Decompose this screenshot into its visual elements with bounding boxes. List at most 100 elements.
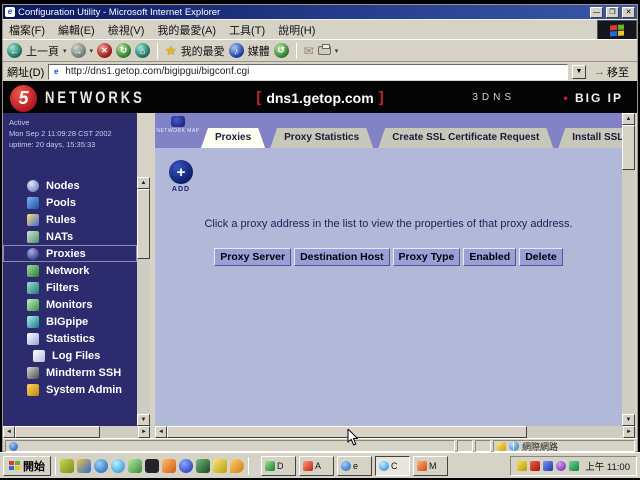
task-button[interactable]: M bbox=[413, 456, 448, 476]
forward-icon[interactable] bbox=[71, 43, 86, 58]
system-status: Active Mon Sep 2 11:09:28 CST 2002 uptim… bbox=[3, 113, 137, 150]
refresh-icon[interactable] bbox=[116, 43, 131, 58]
favorites-label[interactable]: 我的最愛 bbox=[181, 43, 225, 59]
history-icon[interactable] bbox=[274, 43, 289, 58]
media-icon[interactable] bbox=[229, 43, 244, 58]
back-label[interactable]: 上一頁 bbox=[26, 43, 59, 59]
tab-install-ssl-certificate[interactable]: Install SSL Certif bbox=[558, 128, 622, 148]
quicklaunch-icon[interactable] bbox=[196, 459, 210, 473]
sidebar-item-log-files[interactable]: Log Files bbox=[3, 347, 137, 364]
scroll-up-icon[interactable]: ▲ bbox=[622, 113, 635, 125]
sidebar-item-statistics[interactable]: Statistics bbox=[3, 330, 137, 347]
sidebar-item-proxies[interactable]: Proxies bbox=[3, 245, 137, 262]
more-tools-icon[interactable]: ▾ bbox=[335, 47, 339, 55]
tray-volume-icon[interactable] bbox=[517, 461, 527, 471]
quicklaunch-icon[interactable] bbox=[77, 459, 91, 473]
tab-proxy-statistics[interactable]: Proxy Statistics bbox=[270, 128, 373, 148]
address-dropdown-icon[interactable]: ▼ bbox=[572, 65, 586, 79]
taskbar-clock[interactable]: 上午 11:00 bbox=[585, 459, 630, 473]
back-dropdown-icon[interactable]: ▾ bbox=[63, 47, 67, 55]
go-button[interactable]: → 移至 bbox=[590, 64, 633, 80]
task-button[interactable]: A bbox=[299, 456, 334, 476]
address-input[interactable]: e http://dns1.getop.com/bigipgui/bigconf… bbox=[48, 64, 568, 80]
sidebar-item-mindterm-ssh[interactable]: Mindterm SSH bbox=[3, 364, 137, 381]
start-button[interactable]: 開始 bbox=[3, 456, 51, 476]
menu-edit[interactable]: 編輯(E) bbox=[58, 22, 95, 38]
media-label[interactable]: 媒體 bbox=[248, 43, 270, 59]
tray-icon[interactable] bbox=[556, 461, 566, 471]
close-button[interactable]: ✕ bbox=[622, 7, 635, 18]
column-header-enabled[interactable]: Enabled bbox=[463, 248, 516, 266]
scroll-left-icon[interactable]: ◄ bbox=[155, 426, 167, 438]
minimize-button[interactable]: — bbox=[590, 7, 603, 18]
maximize-button[interactable]: ❐ bbox=[606, 7, 619, 18]
toolbar-separator bbox=[296, 43, 297, 59]
quicklaunch-icon[interactable] bbox=[94, 459, 108, 473]
menu-favorites[interactable]: 我的最愛(A) bbox=[157, 22, 216, 38]
scrollbar-thumb[interactable] bbox=[622, 125, 635, 170]
favorites-icon[interactable]: ★ bbox=[165, 43, 177, 59]
column-header-proxy-server[interactable]: Proxy Server bbox=[214, 248, 291, 266]
sidebar-item-monitors[interactable]: Monitors bbox=[3, 296, 137, 313]
scroll-right-icon[interactable]: ► bbox=[623, 426, 635, 438]
scrollbar-thumb[interactable] bbox=[15, 426, 100, 438]
scroll-left-icon[interactable]: ◄ bbox=[3, 426, 15, 438]
quicklaunch-icon[interactable] bbox=[60, 459, 74, 473]
task-button[interactable]: D bbox=[261, 456, 296, 476]
quicklaunch-icon[interactable] bbox=[162, 459, 176, 473]
mail-icon[interactable]: ✉ bbox=[304, 44, 314, 58]
windows-flag-icon bbox=[610, 24, 624, 36]
sidebar-item-label: Filters bbox=[46, 282, 79, 294]
hostname-display: [ dns1.getop.com ] bbox=[256, 89, 383, 106]
sidebar-item-rules[interactable]: Rules bbox=[3, 211, 137, 228]
sidebar-item-filters[interactable]: Filters bbox=[3, 279, 137, 296]
statistics-icon bbox=[27, 333, 39, 345]
menu-help[interactable]: 說明(H) bbox=[278, 22, 315, 38]
back-icon[interactable] bbox=[7, 43, 22, 58]
column-header-delete[interactable]: Delete bbox=[519, 248, 563, 266]
task-button-active[interactable]: C bbox=[375, 456, 410, 476]
menu-file[interactable]: 檔案(F) bbox=[9, 22, 45, 38]
sidebar-item-pools[interactable]: Pools bbox=[3, 194, 137, 211]
network-map-button[interactable]: NETWORK MAP bbox=[158, 116, 198, 146]
bigip-accent: • bbox=[563, 91, 569, 105]
tab-proxies[interactable]: Proxies bbox=[201, 128, 265, 148]
menu-view[interactable]: 檢視(V) bbox=[108, 22, 145, 38]
tray-icon[interactable] bbox=[543, 461, 553, 471]
quicklaunch-icon[interactable] bbox=[111, 459, 125, 473]
quicklaunch-icon[interactable] bbox=[179, 459, 193, 473]
task-button[interactable]: e bbox=[337, 456, 372, 476]
quicklaunch-icon[interactable] bbox=[145, 459, 159, 473]
tab-create-ssl-certificate-request[interactable]: Create SSL Certificate Request bbox=[378, 128, 553, 148]
instruction-text: Click a proxy address in the list to vie… bbox=[155, 218, 622, 230]
scroll-up-icon[interactable]: ▲ bbox=[137, 177, 150, 189]
tab-strip: NETWORK MAP Proxies Proxy Statistics Cre… bbox=[155, 113, 622, 148]
sidebar-item-system-admin[interactable]: System Admin bbox=[3, 381, 137, 398]
column-header-destination-host[interactable]: Destination Host bbox=[294, 248, 389, 266]
quick-launch bbox=[60, 459, 244, 473]
sidebar-item-nodes[interactable]: Nodes bbox=[3, 177, 137, 194]
quicklaunch-icon[interactable] bbox=[128, 459, 142, 473]
quicklaunch-icon[interactable] bbox=[213, 459, 227, 473]
tray-icon[interactable] bbox=[530, 461, 540, 471]
sidebar-item-bigpipe[interactable]: BIGpipe bbox=[3, 313, 137, 330]
toolbar-separator bbox=[157, 43, 158, 59]
scrollbar-thumb[interactable] bbox=[137, 189, 150, 259]
scroll-down-icon[interactable]: ▼ bbox=[137, 414, 150, 426]
add-button-label: ADD bbox=[169, 186, 193, 193]
scroll-right-icon[interactable]: ► bbox=[138, 426, 150, 438]
home-icon[interactable] bbox=[135, 43, 150, 58]
print-icon[interactable] bbox=[318, 46, 331, 55]
forward-dropdown-icon[interactable]: ▾ bbox=[90, 47, 94, 55]
quicklaunch-icon[interactable] bbox=[230, 459, 244, 473]
sidebar-item-network[interactable]: Network bbox=[3, 262, 137, 279]
add-button[interactable]: + bbox=[169, 160, 193, 184]
column-header-proxy-type[interactable]: Proxy Type bbox=[393, 248, 461, 266]
menu-tools[interactable]: 工具(T) bbox=[229, 22, 265, 38]
scroll-down-icon[interactable]: ▼ bbox=[622, 414, 635, 426]
stop-icon[interactable] bbox=[97, 43, 112, 58]
url-text[interactable]: http://dns1.getop.com/bigipgui/bigconf.c… bbox=[65, 66, 249, 77]
sidebar-item-nats[interactable]: NATs bbox=[3, 228, 137, 245]
security-icon bbox=[497, 442, 506, 451]
tray-icon[interactable] bbox=[569, 461, 579, 471]
